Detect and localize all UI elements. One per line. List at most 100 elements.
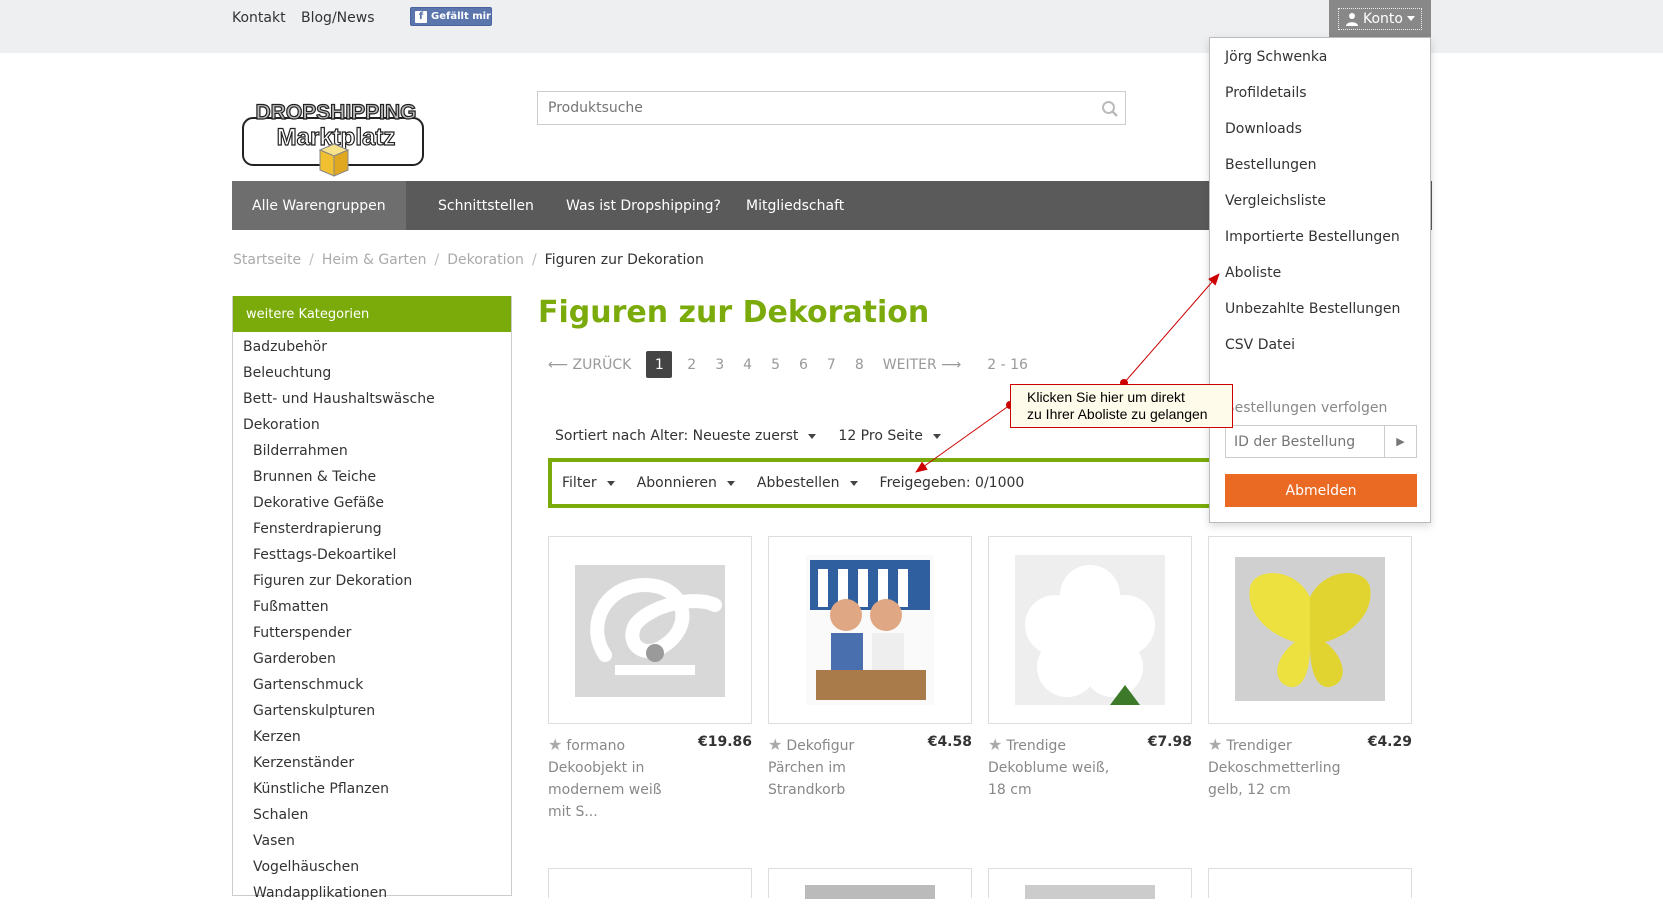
nav-interfaces[interactable]: Schnittstellen [418,181,554,230]
pager-page[interactable]: 2 [687,357,696,373]
pager-page[interactable]: 6 [799,357,808,373]
star-icon[interactable]: ★ [1208,734,1222,756]
pager-page[interactable]: 8 [855,357,864,373]
subcategory-item[interactable]: Futterspender [233,620,511,646]
category-item[interactable]: Badzubehör [233,334,511,360]
product-image [806,555,934,705]
subcategory-item[interactable]: Wandapplikationen [233,880,511,906]
subcategory-item[interactable]: Gartenskulpturen [233,698,511,724]
menu-item-comparison-list[interactable]: Vergleichsliste [1225,193,1326,209]
product-price: €7.98 [1147,734,1192,750]
product-card[interactable] [548,536,752,724]
subcategory-item[interactable]: Schalen [233,802,511,828]
pager-page[interactable]: 7 [827,357,836,373]
subcategory-item[interactable]: Fensterdrapierung [233,516,511,542]
pager-page-current[interactable]: 1 [646,351,673,378]
breadcrumb-current: Figuren zur Dekoration [544,252,704,268]
nav-all-product-groups[interactable]: Alle Warengruppen [232,181,406,230]
subcategory-item[interactable]: Kerzen [233,724,511,750]
subcategory-item[interactable]: Garderoben [233,646,511,672]
pager-page[interactable]: 5 [771,357,780,373]
subcategory-item[interactable]: Figuren zur Dekoration [233,568,511,594]
star-icon[interactable]: ★ [988,734,1002,756]
chevron-down-icon [932,433,941,439]
subcategory-item[interactable]: Künstliche Pflanzen [233,776,511,802]
annotation-line2: zu Ihrer Aboliste zu gelangen [1027,406,1208,422]
star-icon[interactable]: ★ [548,734,562,756]
facebook-like-button[interactable]: f Gefällt mir [410,7,492,26]
subcategory-item[interactable]: Vogelhäuschen [233,854,511,880]
chevron-down-icon [606,480,615,486]
nav-what-is-dropshipping[interactable]: Was ist Dropshipping? [546,181,741,230]
pagination: ⟵ ZURÜCK 1 2 3 4 5 6 7 8 WEITER ⟶ 2 - 16 [548,351,1028,378]
product-name[interactable]: Trendige Dekoblume weiß, 18 cm [988,738,1109,798]
account-label: Konto [1363,10,1403,27]
site-logo[interactable]: DROPSHIPPING Marktplatz [240,100,435,180]
product-search [537,91,1126,125]
facebook-icon: f [415,10,427,23]
subcategory-item[interactable]: Bilderrahmen [233,438,511,464]
logout-button[interactable]: Abmelden [1225,474,1417,507]
filter-dropdown[interactable]: Filter [562,475,615,491]
product-card[interactable] [1208,868,1412,898]
released-count: Freigegeben: 0/1000 [879,475,1025,491]
subscribe-dropdown[interactable]: Abonnieren [637,475,735,491]
filter-bar: Filter Abonnieren Abbestellen Freigegebe… [548,458,1248,508]
star-icon[interactable]: ★ [768,734,782,756]
category-item[interactable]: Dekoration [233,412,511,438]
subcategory-item[interactable]: Gartenschmuck [233,672,511,698]
menu-item-csv-file[interactable]: CSV Datei [1225,337,1295,353]
product-card[interactable] [1208,536,1412,724]
product-name[interactable]: Trendiger Dekoschmetterling gelb, 12 cm [1208,738,1341,798]
search-icon[interactable] [1101,100,1119,118]
menu-item-profile-details[interactable]: Profildetails [1225,85,1307,101]
breadcrumb-home[interactable]: Startseite [233,252,301,268]
product-card[interactable] [988,868,1192,899]
order-id-input[interactable] [1226,426,1384,457]
subcategory-item[interactable]: Vasen [233,828,511,854]
menu-item-subscription-list[interactable]: Aboliste [1225,265,1281,281]
pager-prev[interactable]: ⟵ ZURÜCK [548,357,631,373]
breadcrumb: Startseite / Heim & Garten / Dekoration / Figu… [233,252,704,268]
account-menu-button[interactable]: Konto [1329,0,1431,37]
menu-item-downloads[interactable]: Downloads [1225,121,1302,137]
subcategory-item[interactable]: Kerzenständer [233,750,511,776]
product-card[interactable] [988,536,1192,724]
blog-news-link[interactable]: Blog/News [301,10,375,26]
product-price: €4.58 [927,734,972,750]
pager-page[interactable]: 4 [743,357,752,373]
sort-order-dropdown[interactable]: Sortiert nach Alter: Neueste zuerst [555,428,817,444]
product-name[interactable]: formano Dekoobjekt in modernem weiß mit … [548,738,662,820]
product-info: ★ Trendige Dekoblume weiß, 18 cm €7.98 [988,734,1192,801]
subscribe-label: Abonnieren [636,475,717,491]
menu-item-unpaid-orders[interactable]: Unbezahlte Bestellungen [1225,301,1400,317]
category-item[interactable]: Beleuchtung [233,360,511,386]
subcategory-item[interactable]: Dekorative Gefäße [233,490,511,516]
unsubscribe-label: Abbestellen [756,475,840,491]
pager-next[interactable]: WEITER ⟶ [883,357,961,373]
subcategory-item[interactable]: Festtags-Dekoartikel [233,542,511,568]
chevron-down-icon [1406,16,1415,21]
product-card[interactable] [548,868,752,898]
nav-membership[interactable]: Mitgliedschaft [726,181,864,230]
menu-item-username[interactable]: Jörg Schwenka [1225,49,1327,65]
breadcrumb-decoration[interactable]: Dekoration [447,252,524,268]
product-card[interactable] [768,536,972,724]
contact-link[interactable]: Kontakt [232,10,286,26]
pager-page[interactable]: 3 [715,357,724,373]
breadcrumb-home-garden[interactable]: Heim & Garten [322,252,427,268]
sort-order-label: Sortiert nach Alter: Neueste zuerst [555,428,799,444]
subcategory-item[interactable]: Fußmatten [233,594,511,620]
subcategory-item[interactable]: Brunnen & Teiche [233,464,511,490]
per-page-dropdown[interactable]: 12 Pro Seite [838,428,941,444]
category-item[interactable]: Bett- und Haushaltswäsche [233,386,511,412]
menu-item-imported-orders[interactable]: Importierte Bestellungen [1225,229,1400,245]
search-input[interactable] [538,92,1078,124]
facebook-like-label: Gefällt mir [431,11,491,22]
menu-item-orders[interactable]: Bestellungen [1225,157,1317,173]
unsubscribe-dropdown[interactable]: Abbestellen [757,475,858,491]
product-card[interactable] [768,868,972,899]
pager-range: 2 - 16 [987,356,1028,373]
play-icon[interactable]: ▶ [1384,426,1416,457]
track-orders-label: Bestellungen verfolgen [1225,400,1388,416]
